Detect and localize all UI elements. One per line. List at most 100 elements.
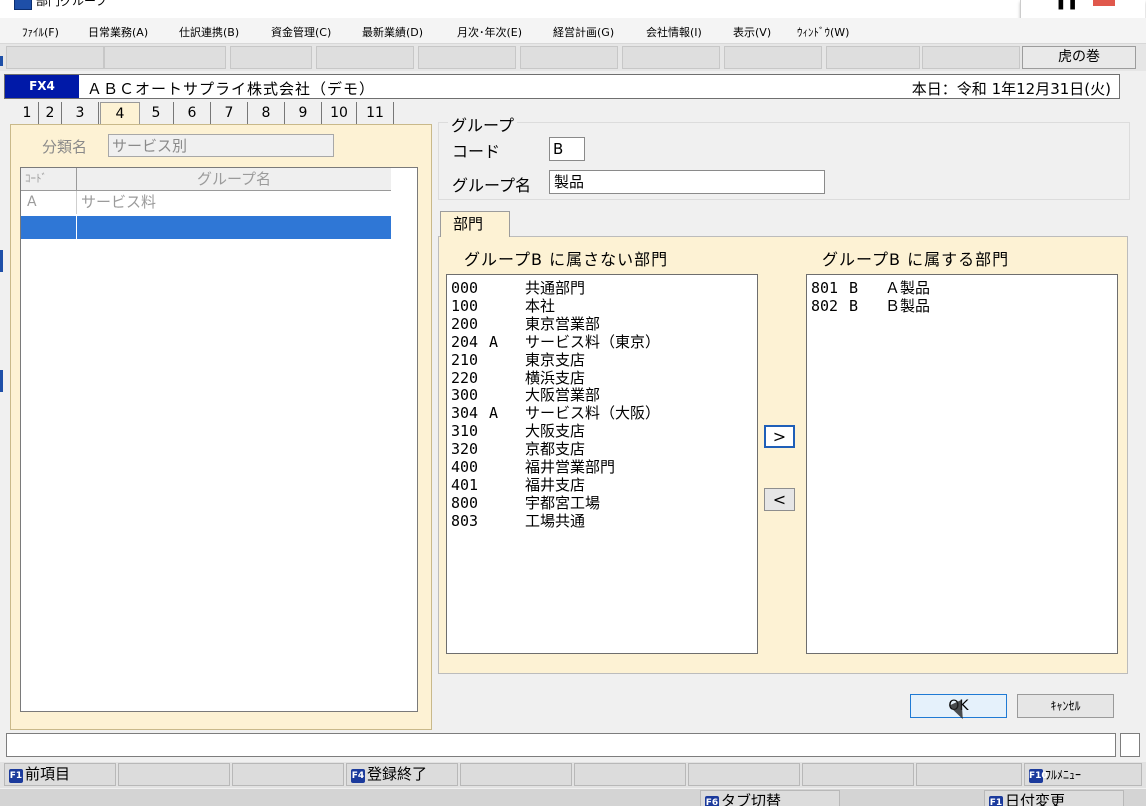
department-code: 100 xyxy=(451,296,479,315)
group-name-label: グループ名 xyxy=(452,176,532,195)
tab-6[interactable]: 6 xyxy=(174,102,211,124)
tab-9[interactable]: 9 xyxy=(285,102,322,124)
fkey-f6-tab-switch[interactable]: F6 タブ切替 xyxy=(700,790,840,806)
code-field[interactable]: B xyxy=(549,137,585,161)
in-group-list[interactable]: 801 B Ａ製品 802 B Ｂ製品 xyxy=(806,274,1118,654)
f10-label: ﾌﾙﾒﾆｭｰ xyxy=(1045,768,1082,782)
move-left-button[interactable]: < xyxy=(764,488,795,511)
toolbar-slot[interactable] xyxy=(922,46,1020,69)
tab-8[interactable]: 8 xyxy=(248,102,285,124)
menu-journal[interactable]: 仕訳連携(B) xyxy=(179,24,239,40)
tab-2[interactable]: 2 xyxy=(39,102,62,124)
toolbar-slot[interactable] xyxy=(622,46,720,69)
department-name: Ｂ製品 xyxy=(885,296,931,315)
menu-daily[interactable]: 日常業務(A) xyxy=(88,24,148,40)
menu-monthly[interactable]: 月次･年次(E) xyxy=(457,24,522,40)
product-button[interactable]: 虎の巻 xyxy=(1022,46,1136,69)
department-name: 大阪営業部 xyxy=(525,386,601,405)
pause-icon[interactable]: ❚❚ xyxy=(1055,0,1078,10)
close-icon[interactable] xyxy=(1093,0,1115,6)
department-code: 401 xyxy=(451,475,479,494)
tab-10[interactable]: 10 xyxy=(322,102,357,124)
menu-planning[interactable]: 経営計画(G) xyxy=(553,24,614,40)
f1-key-badge: F1 xyxy=(9,769,23,783)
f4-key-badge: F4 xyxy=(351,769,365,783)
company-bar: FX4 ＡＢＣオートサプライ株式会社（デモ） 本日：令和 1年12月31日(火) xyxy=(4,74,1120,99)
tab-11[interactable]: 11 xyxy=(357,102,394,124)
menu-file[interactable]: ﾌｧｲﾙ(F) xyxy=(22,24,59,40)
grid-header: ｺｰﾄﾞ グループ名 xyxy=(21,168,391,191)
department-name: 東京支店 xyxy=(525,350,586,369)
department-group-mark: A xyxy=(489,404,499,423)
toolbar-slot[interactable] xyxy=(316,46,414,69)
cancel-button[interactable]: ｷｬﾝｾﾙ xyxy=(1017,694,1114,718)
fkey-f10-full-menu[interactable]: F10ﾌﾙﾒﾆｭｰ xyxy=(1024,763,1142,786)
menu-results[interactable]: 最新業績(D) xyxy=(362,24,423,40)
department-name: 福井支店 xyxy=(525,475,586,494)
tab-1[interactable]: 1 xyxy=(16,102,39,124)
fkey-f4-finish[interactable]: F4 登録終了 xyxy=(346,763,458,786)
department-group-mark: A xyxy=(489,332,499,351)
department-code: 220 xyxy=(451,368,479,387)
department-code: 210 xyxy=(451,350,479,369)
fkey-date-change[interactable]: F1 日付変更 xyxy=(984,790,1124,806)
f4-label: 登録終了 xyxy=(367,765,428,783)
toolbar-slot[interactable] xyxy=(724,46,822,69)
tab-5[interactable]: 5 xyxy=(139,102,174,124)
f6-key-badge: F6 xyxy=(705,796,719,806)
fkey-empty[interactable] xyxy=(916,763,1022,786)
today-date: 本日：令和 1年12月31日(火) xyxy=(911,80,1111,98)
toolbar-slot[interactable] xyxy=(826,46,920,69)
toolbar-slot[interactable] xyxy=(230,46,312,69)
grid-row[interactable]: A サービス料 xyxy=(21,191,391,214)
fkey-empty[interactable] xyxy=(688,763,800,786)
department-name: サービス料（大阪） xyxy=(525,404,661,423)
department-group-mark: B xyxy=(849,279,859,297)
menu-window[interactable]: ｳｨﾝﾄﾞｳ(W) xyxy=(797,24,849,40)
move-right-button[interactable]: > xyxy=(764,425,795,448)
date-change-label: 日付変更 xyxy=(1005,792,1066,806)
department-name: 京都支店 xyxy=(525,440,586,459)
grid-cell-name: サービス料 xyxy=(81,193,157,211)
toolbar-slot[interactable] xyxy=(6,46,104,69)
f10-key-badge: F10 xyxy=(1029,769,1048,783)
department-code: 800 xyxy=(451,493,479,512)
department-name: 宇都宮工場 xyxy=(525,493,601,512)
fkey-empty[interactable] xyxy=(574,763,686,786)
department-name: 工場共通 xyxy=(525,511,586,530)
category-name-field: サービス別 xyxy=(108,134,334,157)
function-key-bar: F1 前項目 F4 登録終了 F10ﾌﾙﾒﾆｭｰ xyxy=(0,762,1146,788)
tab-3[interactable]: 3 xyxy=(62,102,99,124)
message-side-box xyxy=(1120,733,1140,757)
group-name-field[interactable]: 製品 xyxy=(549,170,825,194)
grid-header-name: グループ名 xyxy=(196,170,272,188)
tab-department[interactable]: 部門 xyxy=(440,211,510,237)
tab-7[interactable]: 7 xyxy=(211,102,248,124)
toolbar-slot[interactable] xyxy=(104,46,226,69)
fkey-f1-prev-item[interactable]: F1 前項目 xyxy=(4,763,116,786)
menu-view[interactable]: 表示(V) xyxy=(733,24,771,40)
fkey-empty[interactable] xyxy=(118,763,230,786)
department-code: 400 xyxy=(451,458,479,476)
department-code: 320 xyxy=(451,440,479,459)
department-name: 横浜支店 xyxy=(525,368,586,387)
department-code: 803 xyxy=(451,511,479,530)
function-key-bar-2: F6 タブ切替 F1 日付変更 xyxy=(0,789,1146,806)
grid-cell-name xyxy=(77,216,81,239)
department-group-mark: B xyxy=(849,296,859,315)
menu-funds[interactable]: 資金管理(C) xyxy=(271,24,331,40)
date-key-badge: F1 xyxy=(989,796,1003,806)
f1-label: 前項目 xyxy=(25,765,71,783)
toolbar-slot[interactable] xyxy=(418,46,516,69)
fkey-empty[interactable] xyxy=(460,763,572,786)
fkey-empty[interactable] xyxy=(802,763,914,786)
department-name: 共通部門 xyxy=(525,279,586,297)
app-icon xyxy=(14,0,32,10)
not-in-group-list[interactable]: 000 共通部門 100 本社 200 東京営業部 204 A サービス料（東京） 210 東京支店… xyxy=(446,274,758,654)
menu-company[interactable]: 会社情報(I) xyxy=(646,24,702,40)
toolbar-slot[interactable] xyxy=(520,46,618,69)
department-code: 802 xyxy=(811,296,839,315)
tab-4[interactable]: 4 xyxy=(100,102,140,125)
grid-row-selected[interactable] xyxy=(21,216,391,239)
fkey-empty[interactable] xyxy=(232,763,344,786)
